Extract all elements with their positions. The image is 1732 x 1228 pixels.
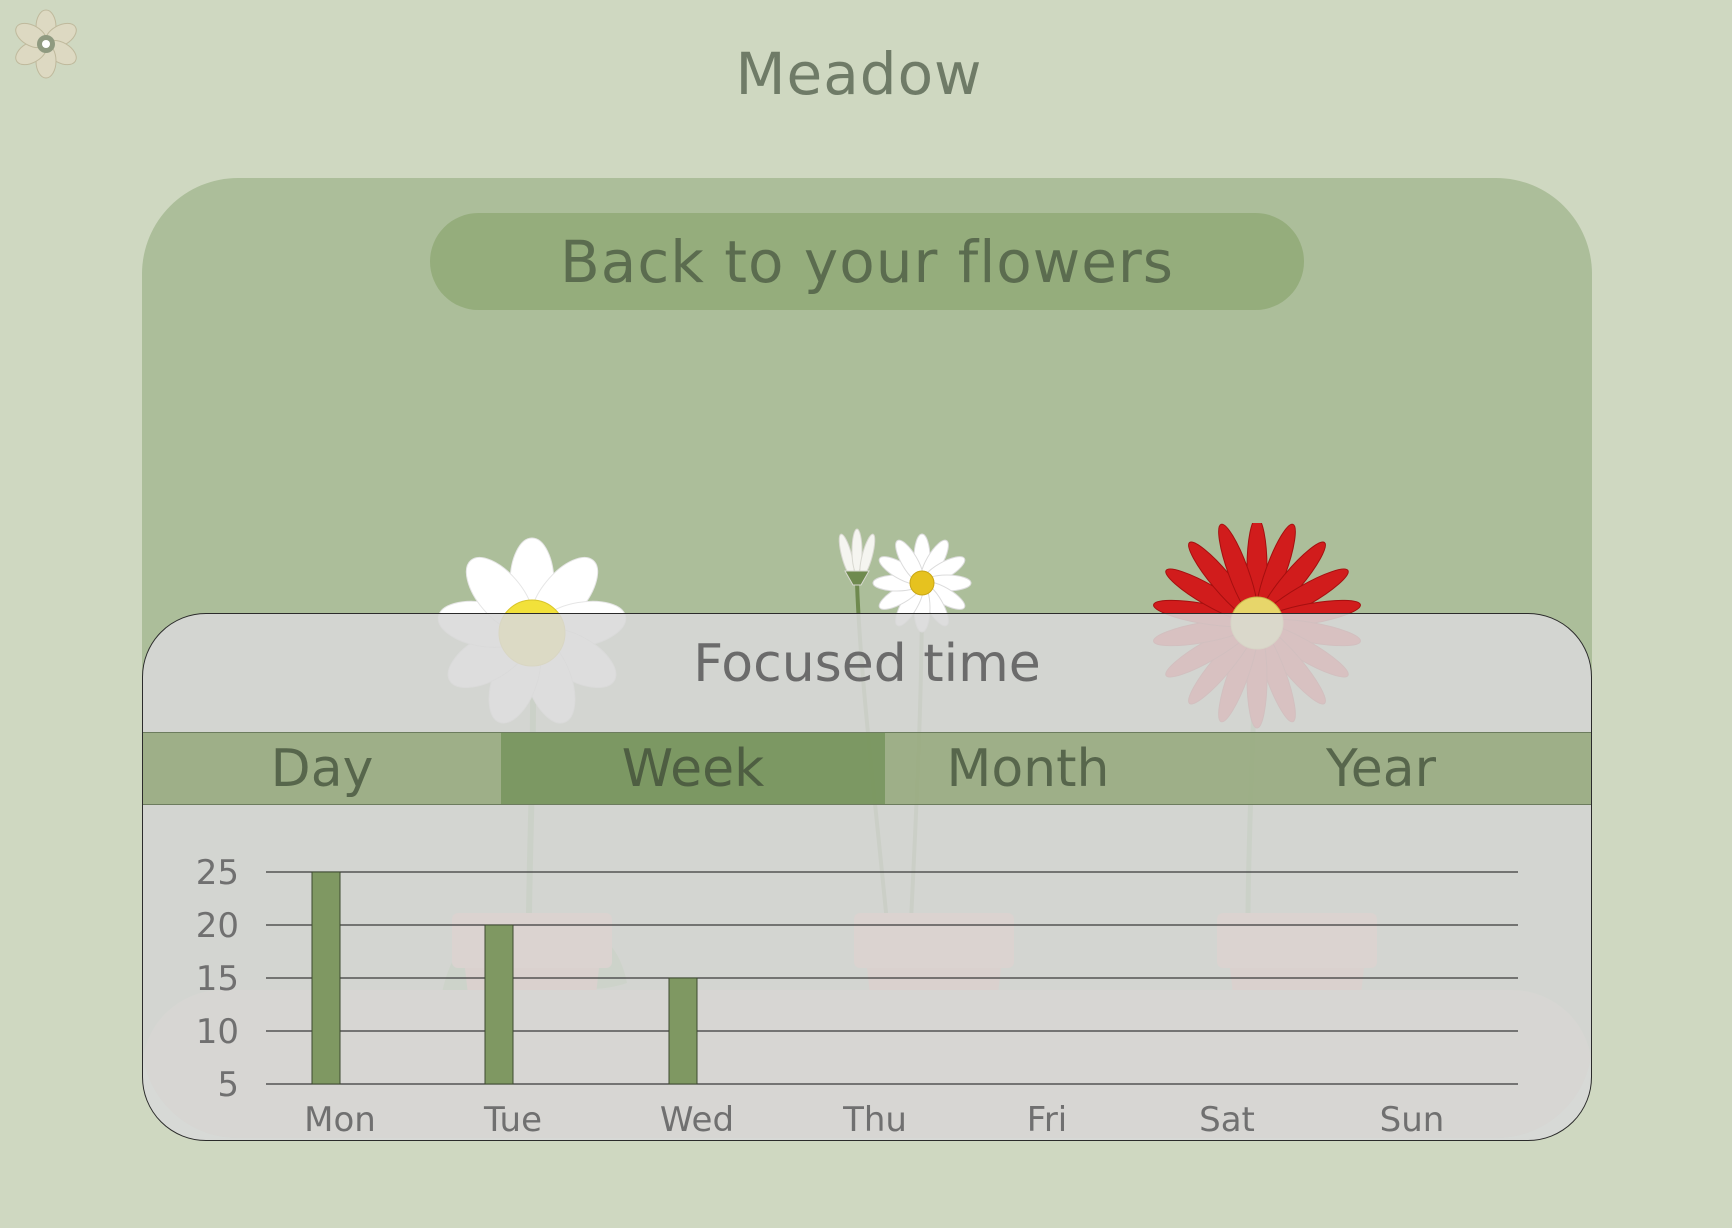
y-tick-label: 5 [217, 1065, 239, 1105]
bar-tue [484, 924, 514, 1085]
focused-time-chart: 5 10 15 20 25 Mon Tue Wed Thu Fri Sat Sun [196, 853, 1518, 1140]
focused-time-panel: Focused time Day Week Month Year 5 10 15 20… [142, 613, 1592, 1141]
x-tick-label-tue: Tue [483, 1100, 542, 1140]
y-tick-label: 20 [196, 906, 239, 946]
x-tick-label-sun: Sun [1380, 1100, 1445, 1140]
x-tick-label-sat: Sat [1199, 1100, 1255, 1140]
x-tick-label-wed: Wed [660, 1100, 734, 1140]
back-to-flowers-button[interactable]: Back to your flowers [430, 213, 1304, 310]
bar-mon [311, 871, 341, 1085]
x-tick-label-mon: Mon [304, 1100, 376, 1140]
y-tick-label: 10 [196, 1012, 239, 1052]
y-tick-label: 15 [196, 959, 239, 999]
app-title: Meadow [735, 40, 983, 108]
x-tick-label-thu: Thu [842, 1100, 907, 1140]
x-tick-label-fri: Fri [1027, 1100, 1068, 1140]
bar-wed [668, 977, 698, 1085]
y-tick-label: 25 [196, 853, 239, 893]
